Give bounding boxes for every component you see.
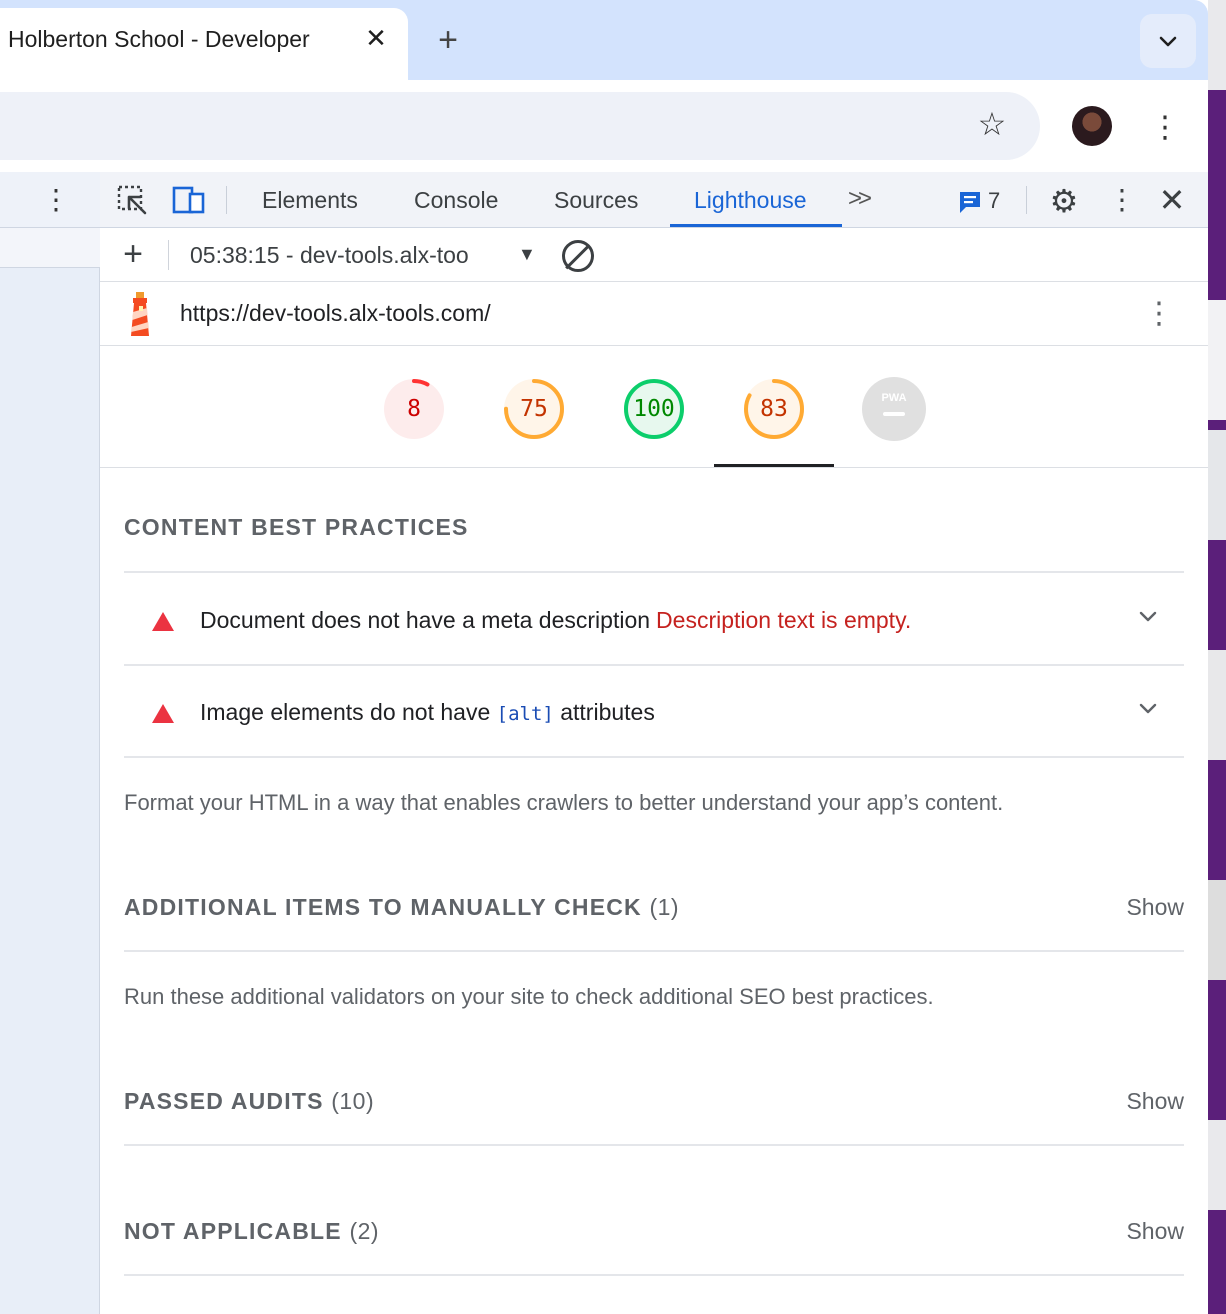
- manual-checks-description: Run these additional validators on your …: [124, 984, 934, 1009]
- browser-tab[interactable]: Holberton School - Developer ✕: [0, 8, 408, 80]
- gauge-performance[interactable]: 8: [381, 376, 447, 442]
- tab-lighthouse[interactable]: Lighthouse: [694, 172, 807, 228]
- side-panel-subheader: [0, 228, 100, 268]
- dropdown-caret-icon[interactable]: ▼: [518, 228, 536, 282]
- side-panel-header: ⋮: [0, 172, 100, 228]
- settings-gear-icon[interactable]: ⚙: [1046, 184, 1082, 220]
- divider: [124, 571, 1184, 573]
- devtools-close-icon[interactable]: ✕: [1154, 182, 1190, 218]
- browser-toolbar: ☆ ⋮: [0, 80, 1208, 172]
- profile-avatar[interactable]: [1072, 106, 1112, 146]
- group-label: NOT APPLICABLE: [124, 1218, 342, 1244]
- score-value: 100: [633, 396, 675, 422]
- chevron-down-icon[interactable]: [1136, 604, 1160, 628]
- clear-reports-icon[interactable]: [562, 240, 594, 272]
- tab-title: Holberton School - Developer: [8, 26, 348, 53]
- divider: [124, 950, 1184, 952]
- background-window: [1208, 0, 1226, 1314]
- divider: [124, 1144, 1184, 1146]
- section-description: Format your HTML in a way that enables c…: [124, 790, 1004, 815]
- audit-meta-description[interactable]: Document does not have a meta descriptio…: [124, 574, 1184, 666]
- score-value: 83: [760, 396, 788, 422]
- gauge-pwa[interactable]: PWA: [861, 376, 927, 442]
- show-passed-audits-link[interactable]: Show: [1120, 1088, 1184, 1115]
- selected-gauge-indicator: [714, 464, 834, 467]
- tab-close-icon[interactable]: ✕: [360, 22, 392, 54]
- audit-label-end: attributes: [560, 699, 655, 725]
- group-count: (2): [349, 1218, 380, 1244]
- score-value: 8: [407, 396, 421, 422]
- group-label: PASSED AUDITS: [124, 1088, 324, 1114]
- report-toolbar: + 05:38:15 - dev-tools.alx-too ▼: [100, 228, 1208, 282]
- audit-error: Description text is empty.: [656, 607, 912, 633]
- score-gauges: 8 75 100 83 PWA: [100, 346, 1208, 468]
- report-selector[interactable]: 05:38:15 - dev-tools.alx-too: [190, 228, 469, 282]
- browser-menu-icon[interactable]: ⋮: [1150, 108, 1180, 148]
- report-url: https://dev-tools.alx-tools.com/: [180, 300, 491, 326]
- tab-elements[interactable]: Elements: [262, 172, 358, 228]
- new-tab-button[interactable]: +: [428, 22, 468, 62]
- tab-search-button[interactable]: [1140, 14, 1196, 68]
- divider: [124, 1274, 1184, 1276]
- bookmark-star-icon[interactable]: ☆: [972, 104, 1012, 144]
- chevron-down-icon[interactable]: [1136, 696, 1160, 720]
- devtools-side-panel: ⋮: [0, 172, 100, 1314]
- issues-icon: [960, 192, 980, 213]
- manual-checks-title[interactable]: ADDITIONAL ITEMS TO MANUALLY CHECK (1): [124, 894, 679, 921]
- issues-count: 7: [988, 188, 1001, 213]
- pwa-badge-icon: PWA: [862, 377, 926, 441]
- score-value: 75: [520, 396, 548, 422]
- fail-triangle-icon: [152, 704, 174, 723]
- chevron-down-icon: [1159, 36, 1177, 47]
- divider: [124, 756, 1184, 758]
- inspect-element-icon[interactable]: [116, 184, 148, 216]
- tab-sources[interactable]: Sources: [554, 172, 638, 228]
- divider: [168, 240, 169, 270]
- gauge-seo[interactable]: 83: [741, 376, 807, 442]
- device-toolbar-icon[interactable]: [172, 184, 206, 216]
- audit-code: [alt]: [496, 703, 554, 725]
- not-applicable-title[interactable]: NOT APPLICABLE (2): [124, 1218, 379, 1245]
- audit-label: Document does not have a meta descriptio…: [200, 607, 651, 633]
- devtools-tab-bar: Elements Console Sources Lighthouse >> 7…: [100, 172, 1208, 228]
- show-manual-checks-link[interactable]: Show: [1120, 894, 1184, 921]
- active-tab-indicator: [670, 224, 842, 227]
- audit-title: Document does not have a meta descriptio…: [200, 574, 911, 666]
- group-label: ADDITIONAL ITEMS TO MANUALLY CHECK: [124, 894, 642, 920]
- audit-title: Image elements do not have [alt] attribu…: [200, 666, 655, 758]
- more-tabs-icon[interactable]: >>: [848, 172, 872, 228]
- tab-console[interactable]: Console: [414, 172, 498, 228]
- group-count: (1): [649, 894, 680, 920]
- side-panel-menu-icon[interactable]: ⋮: [42, 180, 70, 220]
- report-url-bar: https://dev-tools.alx-tools.com/ ⋮: [100, 282, 1208, 346]
- address-bar[interactable]: [0, 92, 1040, 160]
- pwa-label: PWA: [881, 392, 906, 404]
- new-report-button[interactable]: +: [116, 234, 150, 274]
- lighthouse-logo-icon: [131, 292, 149, 336]
- show-not-applicable-link[interactable]: Show: [1120, 1218, 1184, 1245]
- gauge-best-practices[interactable]: 100: [621, 376, 687, 442]
- browser-tab-strip: Holberton School - Developer ✕ +: [0, 0, 1208, 80]
- section-title: CONTENT BEST PRACTICES: [124, 514, 469, 540]
- group-count: (10): [331, 1088, 375, 1114]
- fail-triangle-icon: [152, 612, 174, 631]
- devtools-menu-icon[interactable]: ⋮: [1108, 180, 1136, 220]
- audit-label: Image elements do not have: [200, 699, 491, 725]
- audit-content: CONTENT BEST PRACTICES Document does not…: [100, 468, 1208, 1314]
- divider: [1026, 186, 1027, 214]
- report-menu-icon[interactable]: ⋮: [1144, 292, 1174, 336]
- audit-image-alt[interactable]: Image elements do not have [alt] attribu…: [124, 666, 1184, 758]
- divider: [226, 186, 227, 214]
- issues-button[interactable]: 7: [958, 186, 1008, 216]
- passed-audits-title[interactable]: PASSED AUDITS (10): [124, 1088, 374, 1115]
- gauge-accessibility[interactable]: 75: [501, 376, 567, 442]
